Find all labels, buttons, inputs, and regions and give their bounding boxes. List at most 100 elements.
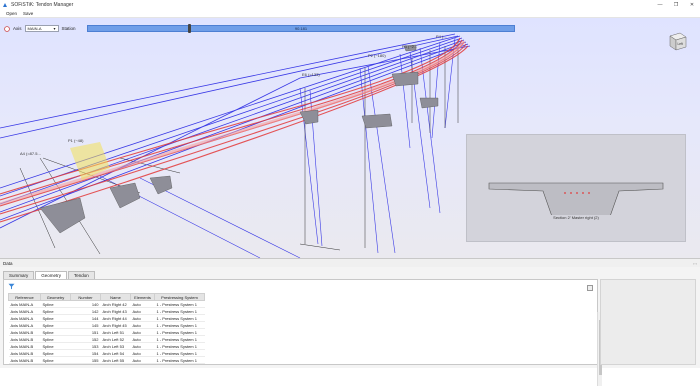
- column-header-prestressing-system[interactable]: Prestressing System: [154, 293, 205, 301]
- panel-window-buttons[interactable]: ▫ ▫: [693, 261, 697, 266]
- table-row[interactable]: Axis MAIN-B Spline 152 Arch Left 52 Auto 1 - …: [8, 335, 205, 343]
- cell-name[interactable]: Arch Left 55: [100, 356, 131, 364]
- column-header-geometry[interactable]: Geometry: [40, 293, 71, 301]
- menu-bar: Open Save: [0, 9, 700, 18]
- menu-open[interactable]: Open: [6, 11, 17, 16]
- column-header-elements[interactable]: Elements: [130, 293, 155, 301]
- cell-name[interactable]: Arch Right 42: [100, 300, 131, 308]
- cell-number[interactable]: 153: [70, 342, 101, 350]
- cell-elements[interactable]: Auto: [130, 335, 155, 343]
- cell-name[interactable]: Arch Left 53: [100, 342, 131, 350]
- cell-prestressing-system[interactable]: 1 - Prestress System 1: [154, 335, 205, 343]
- cell-geometry[interactable]: Spline: [40, 314, 71, 322]
- cell-prestressing-system[interactable]: 1 - Prestress System 1: [154, 328, 205, 336]
- table-row[interactable]: Axis MAIN-A Spline 142 Arch Right 43 Auto 1 -…: [8, 307, 205, 315]
- axis-select-value: MAIN-A: [27, 26, 42, 31]
- cell-reference[interactable]: Axis MAIN-A: [8, 314, 41, 322]
- cell-elements[interactable]: Auto: [130, 356, 155, 364]
- pier-label-p4: P4 (...: [436, 34, 447, 39]
- cell-prestressing-system[interactable]: 1 - Prestress System 1: [154, 314, 205, 322]
- tab-summary[interactable]: Summary: [3, 271, 35, 279]
- red-tendons: [0, 37, 469, 223]
- grid-menu-icon[interactable]: [587, 285, 593, 291]
- menu-save[interactable]: Save: [23, 11, 33, 16]
- cell-prestressing-system[interactable]: 1 - Prestress System 1: [154, 321, 205, 329]
- data-title: Data: [3, 260, 13, 266]
- table-row[interactable]: Axis MAIN-B Spline 153 Arch Left 53 Auto 1 - …: [8, 342, 205, 350]
- close-button[interactable]: ✕: [684, 0, 700, 9]
- cell-geometry[interactable]: Spline: [40, 356, 71, 364]
- cell-elements[interactable]: Auto: [130, 349, 155, 357]
- pick-icon[interactable]: [4, 25, 10, 32]
- cell-geometry[interactable]: Spline: [40, 328, 71, 336]
- cell-geometry[interactable]: Spline: [40, 321, 71, 329]
- cell-reference[interactable]: Axis MAIN-B: [8, 342, 41, 350]
- cell-prestressing-system[interactable]: 1 - Prestress System 1: [154, 300, 205, 308]
- cell-geometry[interactable]: Spline: [40, 307, 71, 315]
- column-header-name[interactable]: Name: [100, 293, 131, 301]
- cell-name[interactable]: Arch Left 51: [100, 328, 131, 336]
- cell-number[interactable]: 155: [70, 356, 101, 364]
- cell-elements[interactable]: Auto: [130, 342, 155, 350]
- cell-number[interactable]: 140: [70, 300, 101, 308]
- cell-name[interactable]: Arch Right 44: [100, 314, 131, 322]
- cell-reference[interactable]: Axis MAIN-B: [8, 335, 41, 343]
- cell-prestressing-system[interactable]: 1 - Prestress System 1: [154, 307, 205, 315]
- column-header-number[interactable]: Number: [70, 293, 101, 301]
- app-logo-icon: [3, 2, 7, 7]
- cell-name[interactable]: Arch Left 52: [100, 335, 131, 343]
- station-slider[interactable]: 90.181: [87, 24, 515, 33]
- cell-reference[interactable]: Axis MAIN-B: [8, 356, 41, 364]
- cell-geometry[interactable]: Spline: [40, 300, 71, 308]
- station-slider-thumb[interactable]: [188, 24, 191, 33]
- cell-prestressing-system[interactable]: 1 - Prestress System 1: [154, 356, 205, 364]
- cell-geometry[interactable]: Spline: [40, 349, 71, 357]
- cell-number[interactable]: 152: [70, 335, 101, 343]
- data-header: Data ▫ ▫: [0, 259, 700, 267]
- cell-elements[interactable]: Auto: [130, 300, 155, 308]
- chevron-down-icon: ▾: [53, 26, 56, 31]
- cell-number[interactable]: 151: [70, 328, 101, 336]
- axis-label: Axis: [13, 26, 22, 31]
- minimize-button[interactable]: —: [652, 0, 668, 9]
- cell-elements[interactable]: Auto: [130, 321, 155, 329]
- data-tabs: Summary Geometry Tendon: [3, 271, 96, 279]
- 3d-viewport[interactable]: P1 (~48) A4 (=87.5... E6 (=133) P2 (~180…: [0, 18, 700, 258]
- geometry-table: Reference Geometry Number Name Elements …: [8, 293, 205, 364]
- cell-number[interactable]: 154: [70, 349, 101, 357]
- cell-geometry[interactable]: Spline: [40, 335, 71, 343]
- cell-elements[interactable]: Auto: [130, 307, 155, 315]
- cell-reference[interactable]: Axis MAIN-B: [8, 349, 41, 357]
- cell-number[interactable]: 142: [70, 307, 101, 315]
- cell-name[interactable]: Arch Right 45: [100, 321, 131, 329]
- cell-geometry[interactable]: Spline: [40, 342, 71, 350]
- cell-number[interactable]: 144: [70, 314, 101, 322]
- table-row[interactable]: Axis MAIN-A Spline 140 Arch Right 42 Auto 1 -…: [8, 300, 205, 308]
- cell-reference[interactable]: Axis MAIN-A: [8, 321, 41, 329]
- cell-reference[interactable]: Axis MAIN-A: [8, 307, 41, 315]
- cell-elements[interactable]: Auto: [130, 328, 155, 336]
- cell-number[interactable]: 145: [70, 321, 101, 329]
- table-row[interactable]: Axis MAIN-A Spline 145 Arch Right 45 Auto 1 -…: [8, 321, 205, 329]
- cell-elements[interactable]: Auto: [130, 314, 155, 322]
- table-row[interactable]: Axis MAIN-A Spline 144 Arch Right 44 Auto 1 -…: [8, 314, 205, 322]
- cell-reference[interactable]: Axis MAIN-A: [8, 300, 41, 308]
- filter-icon[interactable]: [8, 283, 15, 290]
- table-row[interactable]: Axis MAIN-B Spline 155 Arch Left 55 Auto 1 - …: [8, 356, 205, 364]
- tab-tendon[interactable]: Tendon: [68, 271, 95, 279]
- nav-cube-icon[interactable]: Left: [666, 30, 688, 52]
- pier-label-p1: P1 (~48): [68, 138, 84, 143]
- cell-reference[interactable]: Axis MAIN-B: [8, 328, 41, 336]
- cell-prestressing-system[interactable]: 1 - Prestress System 1: [154, 349, 205, 357]
- axis-select[interactable]: MAIN-A ▾: [24, 25, 59, 32]
- geometry-grid: Reference Geometry Number Name Elements …: [3, 279, 602, 386]
- pier-label-p2: P2 (~180): [368, 53, 386, 58]
- table-row[interactable]: Axis MAIN-B Spline 154 Arch Left 54 Auto 1 - …: [8, 349, 205, 357]
- maximize-button[interactable]: ❐: [668, 0, 684, 9]
- cell-name[interactable]: Arch Right 43: [100, 307, 131, 315]
- column-header-reference[interactable]: Reference: [8, 293, 41, 301]
- cell-name[interactable]: Arch Left 54: [100, 349, 131, 357]
- tab-geometry[interactable]: Geometry: [35, 271, 68, 279]
- table-row[interactable]: Axis MAIN-B Spline 151 Arch Left 51 Auto 1 - …: [8, 328, 205, 336]
- cell-prestressing-system[interactable]: 1 - Prestress System 1: [154, 342, 205, 350]
